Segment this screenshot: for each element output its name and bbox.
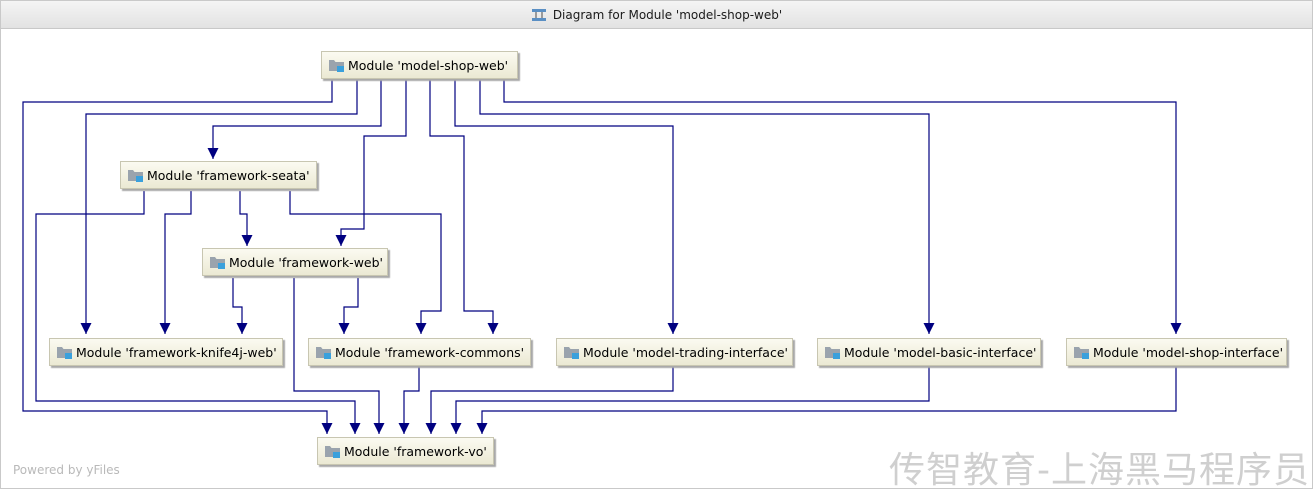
node-model-shop-interface[interactable]: Module 'model-shop-interface' xyxy=(1066,338,1287,366)
edge-shop-web-to-shop-interface xyxy=(503,80,1182,334)
module-folder-icon xyxy=(1074,347,1089,359)
module-folder-icon xyxy=(128,170,143,182)
edge-shop-web-to-seata xyxy=(207,80,382,159)
watermark: 传智教育-上海黑马程序员 xyxy=(889,450,1310,491)
node-framework-web[interactable]: Module 'framework-web' xyxy=(202,248,388,276)
node-label: Module 'model-shop-interface' xyxy=(1093,344,1284,360)
diagram-window: Diagram for Module 'model-shop-web' Modu… xyxy=(0,0,1313,491)
node-framework-commons[interactable]: Module 'framework-commons' xyxy=(308,338,531,366)
edge-commons-to-vo xyxy=(398,367,420,434)
edge-shop-web-to-trading xyxy=(454,80,679,334)
edge-seata-to-knife4j xyxy=(159,191,192,334)
node-label: Module 'framework-vo' xyxy=(344,443,487,459)
node-model-shop-web[interactable]: Module 'model-shop-web' xyxy=(321,51,518,79)
node-model-trading-interface[interactable]: Module 'model-trading-interface' xyxy=(556,338,793,366)
node-label: Module 'framework-commons' xyxy=(335,344,525,360)
node-framework-vo[interactable]: Module 'framework-vo' xyxy=(317,437,494,465)
module-folder-icon xyxy=(210,257,225,269)
edge-basic-to-vo xyxy=(450,367,930,434)
node-label: Module 'model-shop-web' xyxy=(348,57,509,73)
module-folder-icon xyxy=(564,347,579,359)
edge-shop-web-to-knife4j xyxy=(80,80,358,334)
edge-web-to-commons xyxy=(338,278,359,334)
edge-shop-web-to-basic xyxy=(479,80,935,334)
module-folder-icon xyxy=(825,347,840,359)
edge-web-to-knife4j xyxy=(232,278,248,334)
edge-seata-to-web xyxy=(239,191,253,246)
node-model-basic-interface[interactable]: Module 'model-basic-interface' xyxy=(817,338,1041,366)
edge-seata-to-vo xyxy=(35,191,361,434)
node-label: Module 'model-trading-interface' xyxy=(583,344,788,360)
module-folder-icon xyxy=(316,347,331,359)
module-folder-icon xyxy=(57,347,72,359)
module-folder-icon xyxy=(329,60,344,72)
module-folder-icon xyxy=(325,446,340,458)
node-label: Module 'framework-seata' xyxy=(147,167,310,183)
node-framework-knife4j-web[interactable]: Module 'framework-knife4j-web' xyxy=(49,338,283,366)
node-framework-seata[interactable]: Module 'framework-seata' xyxy=(120,161,317,189)
powered-by-label: Powered by yFiles xyxy=(13,463,120,477)
edge-shop-web-to-commons xyxy=(429,80,499,334)
node-label: Module 'model-basic-interface' xyxy=(844,344,1037,360)
edge-shop-web-to-web xyxy=(335,80,407,246)
node-label: Module 'framework-knife4j-web' xyxy=(76,344,277,360)
node-label: Module 'framework-web' xyxy=(229,254,383,270)
dependency-edges xyxy=(22,80,1182,434)
